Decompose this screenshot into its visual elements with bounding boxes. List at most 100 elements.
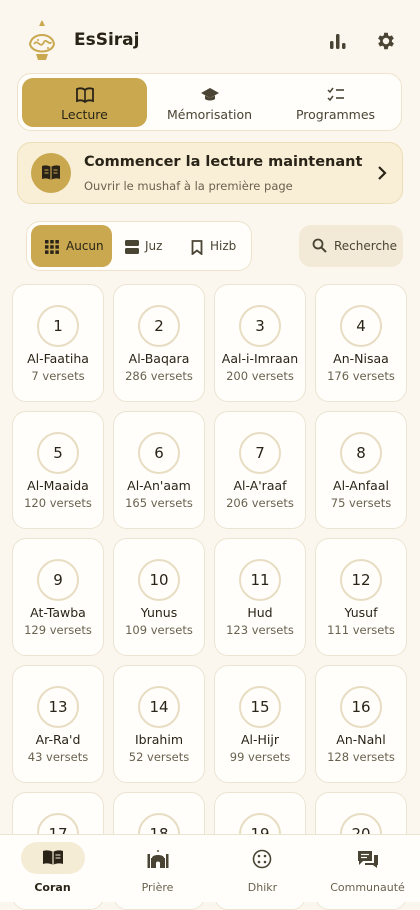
surah-card[interactable]: 10 Yunus 109 versets bbox=[113, 538, 205, 656]
prayer-beads-icon bbox=[231, 842, 295, 874]
search-label: Recherche bbox=[334, 239, 398, 253]
surah-card[interactable]: 2 Al-Baqara 286 versets bbox=[113, 284, 205, 402]
surah-name: Ibrahim bbox=[135, 732, 183, 747]
surah-number: 7 bbox=[239, 432, 281, 474]
nav-priere[interactable]: Prière bbox=[105, 835, 210, 902]
surah-name: An-Nahl bbox=[336, 732, 386, 747]
division-filter: Aucun Juz Hizb bbox=[26, 221, 252, 271]
surah-card[interactable]: 11 Hud 123 versets bbox=[214, 538, 306, 656]
surah-card[interactable]: 5 Al-Maaida 120 versets bbox=[12, 411, 104, 529]
gear-icon[interactable] bbox=[375, 30, 397, 52]
surah-name: Al-An'aam bbox=[127, 478, 191, 493]
surah-name: Al-Faatiha bbox=[27, 351, 89, 366]
surah-name: Al-A'raaf bbox=[233, 478, 287, 493]
chat-bubbles-icon bbox=[336, 842, 400, 874]
surah-name: Al-Baqara bbox=[128, 351, 190, 366]
surah-verse-count: 165 versets bbox=[125, 496, 193, 510]
surah-verse-count: 176 versets bbox=[327, 369, 395, 383]
tab-label: Mémorisation bbox=[166, 107, 253, 122]
surah-name: Ar-Ra'd bbox=[35, 732, 81, 747]
surah-verse-count: 120 versets bbox=[24, 496, 92, 510]
book-icon bbox=[31, 153, 71, 193]
surah-number: 6 bbox=[138, 432, 180, 474]
app-header: EsSiraj bbox=[0, 0, 420, 80]
surah-verse-count: 123 versets bbox=[226, 623, 294, 637]
app-logo bbox=[24, 18, 60, 62]
surah-number: 3 bbox=[239, 305, 281, 347]
nav-communaute[interactable]: Communauté bbox=[315, 835, 420, 902]
surah-name: Yusuf bbox=[344, 605, 378, 620]
layers-icon bbox=[125, 240, 139, 254]
quran-book-icon bbox=[20, 842, 85, 874]
surah-verse-count: 200 versets bbox=[226, 369, 294, 383]
search-button[interactable]: Recherche bbox=[299, 225, 403, 267]
surah-name: At-Tawba bbox=[30, 605, 86, 620]
surah-number: 14 bbox=[138, 686, 180, 728]
nav-label: Communauté bbox=[330, 881, 405, 894]
surah-verse-count: 206 versets bbox=[226, 496, 294, 510]
surah-number: 12 bbox=[340, 559, 382, 601]
tab-label: Lecture bbox=[61, 107, 108, 122]
search-icon bbox=[312, 238, 327, 253]
tab-memorisation[interactable]: Mémorisation bbox=[147, 78, 272, 127]
filter-label: Juz bbox=[145, 239, 163, 253]
surah-card[interactable]: 8 Al-Anfaal 75 versets bbox=[315, 411, 407, 529]
surah-name: Hud bbox=[247, 605, 273, 620]
surah-name: Yunus bbox=[140, 605, 178, 620]
surah-verse-count: 52 versets bbox=[128, 750, 190, 764]
surah-verse-count: 109 versets bbox=[125, 623, 193, 637]
graduation-cap-icon bbox=[200, 86, 220, 104]
surah-card[interactable]: 9 At-Tawba 129 versets bbox=[12, 538, 104, 656]
bar-chart-icon[interactable] bbox=[327, 30, 349, 52]
surah-card[interactable]: 6 Al-An'aam 165 versets bbox=[113, 411, 205, 529]
surah-card[interactable]: 16 An-Nahl 128 versets bbox=[315, 665, 407, 783]
nav-coran[interactable]: Coran bbox=[0, 835, 105, 902]
surah-number: 4 bbox=[340, 305, 382, 347]
surah-number: 11 bbox=[239, 559, 281, 601]
filter-label: Aucun bbox=[66, 239, 104, 253]
surah-verse-count: 99 versets bbox=[229, 750, 291, 764]
surah-number: 8 bbox=[340, 432, 382, 474]
surah-number: 10 bbox=[138, 559, 180, 601]
filter-juz[interactable]: Juz bbox=[116, 225, 178, 267]
surah-card[interactable]: 15 Al-Hijr 99 versets bbox=[214, 665, 306, 783]
surah-card[interactable]: 1 Al-Faatiha 7 versets bbox=[12, 284, 104, 402]
surah-verse-count: 111 versets bbox=[327, 623, 395, 637]
surah-number: 9 bbox=[37, 559, 79, 601]
filter-aucun[interactable]: Aucun bbox=[31, 225, 112, 267]
nav-label: Dhikr bbox=[247, 881, 278, 894]
chevron-right-icon bbox=[376, 165, 388, 185]
start-reading-card[interactable]: Commencer la lecture maintenant Ouvrir l… bbox=[17, 142, 403, 204]
surah-number: 5 bbox=[37, 432, 79, 474]
surah-verse-count: 286 versets bbox=[125, 369, 193, 383]
filter-hizb[interactable]: Hizb bbox=[182, 225, 248, 267]
surah-name: Aal-i-Imraan bbox=[221, 351, 299, 366]
mosque-icon bbox=[126, 842, 190, 874]
surah-verse-count: 129 versets bbox=[24, 623, 92, 637]
tab-label: Programmes bbox=[295, 107, 376, 122]
surah-card[interactable]: 3 Aal-i-Imraan 200 versets bbox=[214, 284, 306, 402]
tab-programmes[interactable]: Programmes bbox=[273, 78, 398, 127]
start-card-title: Commencer la lecture maintenant bbox=[84, 154, 363, 170]
surah-verse-count: 75 versets bbox=[330, 496, 392, 510]
surah-number: 15 bbox=[239, 686, 281, 728]
surah-number: 16 bbox=[340, 686, 382, 728]
surah-verse-count: 43 versets bbox=[27, 750, 89, 764]
surah-name: Al-Anfaal bbox=[333, 478, 389, 493]
tab-lecture[interactable]: Lecture bbox=[22, 78, 147, 127]
filter-label: Hizb bbox=[210, 239, 237, 253]
surah-number: 13 bbox=[37, 686, 79, 728]
surah-card[interactable]: 13 Ar-Ra'd 43 versets bbox=[12, 665, 104, 783]
surah-card[interactable]: 12 Yusuf 111 versets bbox=[315, 538, 407, 656]
surah-card[interactable]: 14 Ibrahim 52 versets bbox=[113, 665, 205, 783]
bookmark-icon bbox=[191, 240, 203, 255]
bottom-nav: Coran Prière Dhikr Communauté bbox=[0, 834, 420, 902]
surah-card[interactable]: 4 An-Nisaa 176 versets bbox=[315, 284, 407, 402]
surah-name: An-Nisaa bbox=[333, 351, 389, 366]
start-card-subtitle: Ouvrir le mushaf à la première page bbox=[84, 179, 293, 193]
surah-card[interactable]: 7 Al-A'raaf 206 versets bbox=[214, 411, 306, 529]
app-title: EsSiraj bbox=[74, 30, 140, 50]
nav-dhikr[interactable]: Dhikr bbox=[210, 835, 315, 902]
surah-number: 1 bbox=[37, 305, 79, 347]
surah-name: Al-Maaida bbox=[27, 478, 89, 493]
